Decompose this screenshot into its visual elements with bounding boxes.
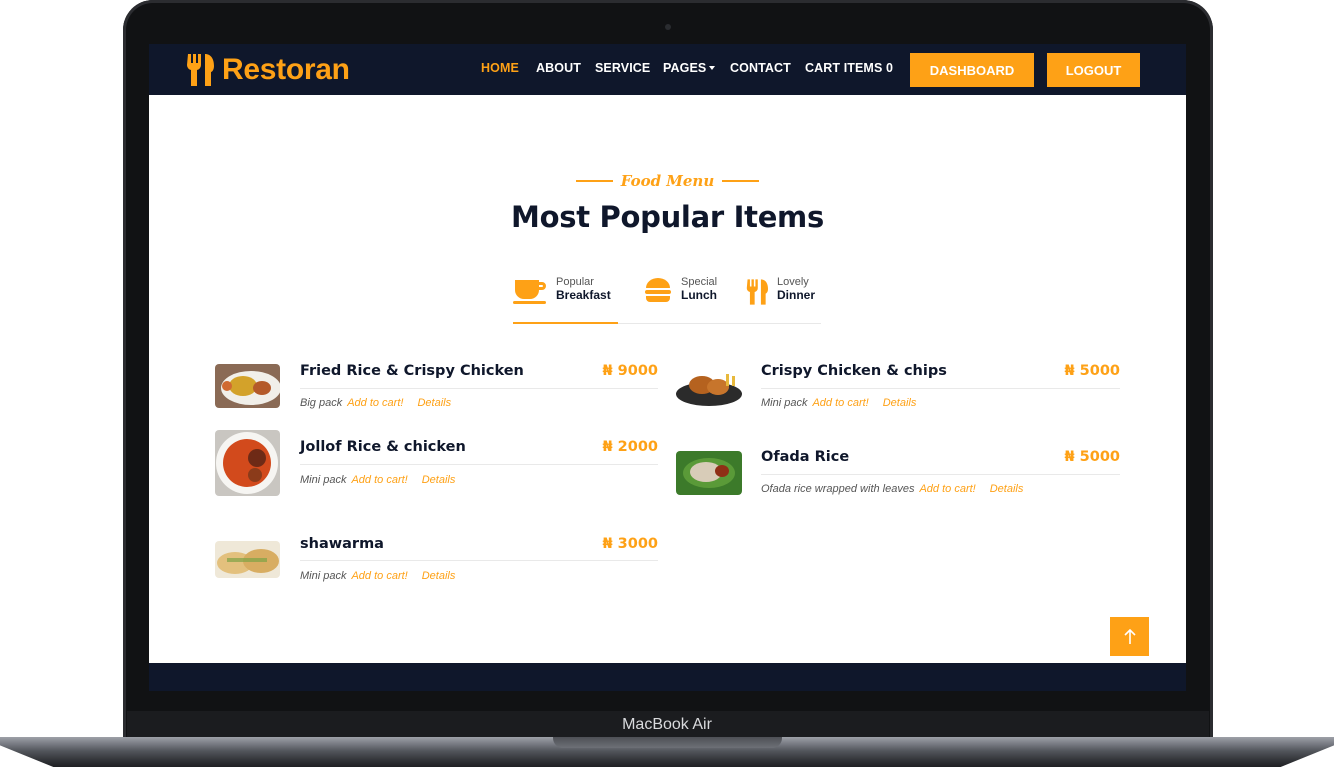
divider-line	[575, 180, 613, 182]
item-price: ₦ 2000	[602, 439, 659, 455]
item-price: ₦ 5000	[1064, 363, 1121, 379]
divider-line	[300, 464, 658, 465]
item-desc-text: Big pack	[300, 397, 343, 409]
item-desc-text: Mini pack	[300, 474, 347, 486]
item-name: Crispy Chicken & chips	[761, 363, 947, 379]
food-image-ofada-rice	[676, 451, 742, 495]
dashboard-button[interactable]: DASHBOARD	[910, 53, 1034, 87]
nav-pages-label: PAGES	[663, 61, 707, 75]
camera-dot	[665, 24, 671, 30]
tab-lunch-big: Lunch	[681, 288, 717, 302]
coffee-cup-icon	[513, 278, 547, 309]
item-name: shawarma	[300, 536, 384, 552]
footer	[149, 663, 1186, 691]
item-description: Ofada rice wrapped with leaves Add to car…	[761, 483, 1023, 495]
details-link[interactable]: Details	[883, 397, 917, 409]
utensils-icon	[746, 278, 768, 311]
food-image-jollof-rice	[215, 430, 280, 496]
item-desc-text: Ofada rice wrapped with leaves	[761, 483, 915, 495]
tab-dinner[interactable]: Lovely Dinner	[746, 276, 821, 323]
add-to-cart-link[interactable]: Add to cart!	[351, 474, 407, 486]
browser-screen: Restoran HOME ABOUT SERVICE PAGES CONTAC…	[149, 44, 1186, 691]
details-link[interactable]: Details	[422, 570, 456, 582]
details-link[interactable]: Details	[417, 397, 451, 409]
item-description: Mini pack Add to cart! Details	[300, 570, 455, 582]
menu-tabs: Popular Breakfast Special Lunch Lovely D…	[513, 276, 821, 324]
logout-button[interactable]: LOGOUT	[1047, 53, 1140, 87]
item-desc-text: Mini pack	[300, 570, 347, 582]
arrow-up-icon	[1123, 628, 1136, 644]
add-to-cart-link[interactable]: Add to cart!	[351, 570, 407, 582]
nav-service[interactable]: SERVICE	[595, 61, 650, 75]
nav-home[interactable]: HOME	[481, 61, 519, 75]
subtitle-text: Food Menu	[620, 172, 715, 190]
food-image-crispy-chicken	[676, 364, 742, 408]
nav-pages-dropdown[interactable]: PAGES	[663, 61, 716, 75]
page-title: Most Popular Items	[511, 200, 824, 234]
item-name: Ofada Rice	[761, 449, 850, 465]
details-link[interactable]: Details	[990, 483, 1024, 495]
section-subtitle: Food Menu	[149, 172, 1186, 190]
divider-line	[300, 388, 658, 389]
caret-down-icon	[709, 65, 716, 70]
laptop-notch	[553, 737, 782, 748]
nav-contact[interactable]: CONTACT	[730, 61, 791, 75]
add-to-cart-link[interactable]: Add to cart!	[347, 397, 403, 409]
tab-breakfast[interactable]: Popular Breakfast	[513, 276, 618, 324]
details-link[interactable]: Details	[422, 474, 456, 486]
utensils-icon	[186, 54, 214, 86]
brand-name: Restoran	[222, 53, 350, 86]
item-price: ₦ 9000	[602, 363, 659, 379]
food-image-shawarma	[215, 541, 280, 578]
tab-dinner-big: Dinner	[777, 288, 816, 302]
tab-breakfast-big: Breakfast	[556, 288, 611, 302]
device-model-label: MacBook Air	[622, 716, 712, 733]
item-description: Big pack Add to cart! Details	[300, 397, 451, 409]
divider-line	[761, 388, 1120, 389]
navbar: Restoran HOME ABOUT SERVICE PAGES CONTAC…	[149, 44, 1186, 95]
burger-icon	[644, 278, 672, 309]
tab-lunch[interactable]: Special Lunch	[644, 276, 724, 323]
item-description: Mini pack Add to cart! Details	[761, 397, 916, 409]
item-price: ₦ 5000	[1064, 449, 1121, 465]
nav-about[interactable]: ABOUT	[536, 61, 581, 75]
back-to-top-button[interactable]	[1110, 617, 1149, 656]
item-name: Fried Rice & Crispy Chicken	[300, 363, 524, 379]
add-to-cart-link[interactable]: Add to cart!	[812, 397, 868, 409]
item-desc-text: Mini pack	[761, 397, 808, 409]
divider-line	[722, 180, 760, 182]
item-price: ₦ 3000	[602, 536, 659, 552]
divider-line	[300, 560, 658, 561]
brand-logo[interactable]: Restoran	[186, 52, 350, 88]
nav-cart-items[interactable]: CART ITEMS 0	[805, 61, 893, 75]
food-image-fried-rice	[215, 364, 280, 408]
item-description: Mini pack Add to cart! Details	[300, 474, 455, 486]
item-name: Jollof Rice & chicken	[300, 439, 466, 455]
add-to-cart-link[interactable]: Add to cart!	[919, 483, 975, 495]
divider-line	[761, 474, 1120, 475]
